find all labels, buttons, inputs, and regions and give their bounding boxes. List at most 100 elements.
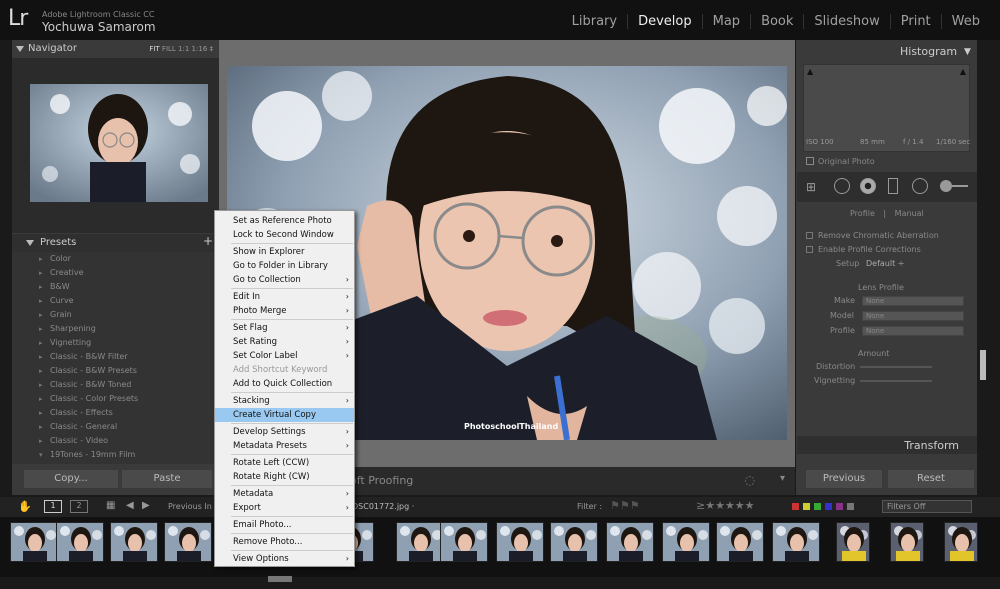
make-select[interactable]: None <box>862 296 964 306</box>
zoom-fill[interactable]: FILL <box>162 45 176 53</box>
menu-item-set-rating[interactable]: Set Rating › <box>215 335 354 349</box>
chevron-down-icon[interactable]: ▾ <box>780 473 785 484</box>
remove-ca-checkbox[interactable] <box>806 232 813 239</box>
filmstrip-thumbnail[interactable] <box>10 522 58 562</box>
menu-item-rotate-right-cw[interactable]: Rotate Right (CW) <box>215 470 354 484</box>
presets-header[interactable]: Presets + <box>12 234 219 252</box>
collapse-icon[interactable]: ▼ <box>964 47 971 57</box>
rating-filter-icon[interactable]: ≥★★★★★ <box>696 499 755 512</box>
graduated-filter-icon[interactable] <box>888 178 898 194</box>
filmstrip-thumbnail[interactable] <box>56 522 104 562</box>
preset-folder[interactable]: Sharpening <box>12 322 219 336</box>
window-1-button[interactable]: 1 <box>44 500 62 513</box>
filmstrip-scrollbar[interactable] <box>268 576 292 582</box>
purple-label-icon[interactable] <box>836 503 843 510</box>
red-eye-icon[interactable] <box>860 178 876 194</box>
preset-folder[interactable]: B&W <box>12 280 219 294</box>
filmstrip-thumbnail[interactable] <box>550 522 598 562</box>
menu-item-rotate-left-ccw[interactable]: Rotate Left (CCW) <box>215 456 354 470</box>
filmstrip-thumbnail[interactable] <box>440 522 488 562</box>
menu-item-metadata-presets[interactable]: Metadata Presets › <box>215 439 354 453</box>
preset-folder[interactable]: Color <box>12 252 219 266</box>
preset-folder[interactable]: Classic - B&W Filter <box>12 350 219 364</box>
zoom-1-1[interactable]: 1:1 <box>178 45 189 53</box>
menu-item-create-virtual-copy[interactable]: Create Virtual Copy <box>215 408 354 422</box>
paste-button[interactable]: Paste <box>122 470 212 488</box>
flag-filter-icon[interactable]: ⚑⚑⚑ <box>610 499 640 512</box>
back-arrow-icon[interactable]: ◀ <box>126 500 134 511</box>
filmstrip-thumbnail[interactable] <box>772 522 820 562</box>
module-slideshow[interactable]: Slideshow <box>803 14 889 29</box>
previous-button[interactable]: Previous <box>806 470 882 488</box>
preset-folder[interactable]: Classic - Effects <box>12 406 219 420</box>
tab-profile[interactable]: Profile <box>850 209 875 218</box>
red-label-icon[interactable] <box>792 503 799 510</box>
other-label-icon[interactable] <box>847 503 854 510</box>
yellow-label-icon[interactable] <box>803 503 810 510</box>
reset-button[interactable]: Reset <box>888 470 974 488</box>
zoom-fit[interactable]: FIT <box>149 45 159 53</box>
window-2-button[interactable]: 2 <box>70 500 88 513</box>
menu-item-photo-merge[interactable]: Photo Merge › <box>215 304 354 318</box>
preset-folder[interactable]: 19Tones - 19mm Film <box>12 448 219 462</box>
preset-folder[interactable]: Vignetting <box>12 336 219 350</box>
green-label-icon[interactable] <box>814 503 821 510</box>
filters-select[interactable]: Filters Off <box>882 500 972 513</box>
menu-item-remove-photo[interactable]: Remove Photo... <box>215 535 354 549</box>
preset-folder[interactable]: Creative <box>12 266 219 280</box>
menu-item-email-photo[interactable]: Email Photo... <box>215 518 354 532</box>
module-book[interactable]: Book <box>750 14 803 29</box>
radial-filter-icon[interactable] <box>912 178 928 194</box>
histogram-title[interactable]: Histogram <box>900 45 957 58</box>
copy-button[interactable]: Copy... <box>24 470 118 488</box>
hand-icon[interactable]: ✋ <box>18 500 32 513</box>
navigator-preview[interactable] <box>30 84 208 202</box>
adjustment-brush-icon[interactable] <box>940 180 968 192</box>
menu-item-metadata[interactable]: Metadata › <box>215 487 354 501</box>
menu-item-edit-in[interactable]: Edit In › <box>215 290 354 304</box>
original-photo-checkbox[interactable] <box>806 157 814 165</box>
filmstrip-thumbnail[interactable] <box>662 522 710 562</box>
filmstrip-thumbnail[interactable] <box>890 522 924 562</box>
preset-folder[interactable]: Classic - B&W Presets <box>12 364 219 378</box>
menu-item-show-in-explorer[interactable]: Show in Explorer <box>215 245 354 259</box>
vignetting-slider[interactable] <box>860 380 932 382</box>
filmstrip-thumbnail[interactable] <box>496 522 544 562</box>
menu-item-go-to-collection[interactable]: Go to Collection › <box>215 273 354 287</box>
filmstrip-thumbnail[interactable] <box>396 522 444 562</box>
module-map[interactable]: Map <box>701 14 750 29</box>
preset-folder[interactable]: Classic - General <box>12 420 219 434</box>
preset-folder[interactable]: Classic - Color Presets <box>12 392 219 406</box>
preset-folder[interactable]: Classic - Video <box>12 434 219 448</box>
tab-manual[interactable]: Manual <box>895 209 924 218</box>
preset-folder[interactable]: Curve <box>12 294 219 308</box>
filmstrip-thumbnail[interactable] <box>716 522 764 562</box>
navigator-header[interactable]: Navigator FIT FILL 1:1 1:16 ‡ <box>12 40 219 58</box>
shadow-clip-icon[interactable]: ▲ <box>807 67 813 76</box>
menu-item-develop-settings[interactable]: Develop Settings › <box>215 425 354 439</box>
menu-item-stacking[interactable]: Stacking › <box>215 394 354 408</box>
module-web[interactable]: Web <box>940 14 990 29</box>
module-library[interactable]: Library <box>562 14 627 29</box>
distortion-slider[interactable] <box>860 366 932 368</box>
module-print[interactable]: Print <box>889 14 941 29</box>
filmstrip-thumbnail[interactable] <box>944 522 978 562</box>
preset-folder[interactable]: Classic - B&W Toned <box>12 378 219 392</box>
forward-arrow-icon[interactable]: ▶ <box>142 500 150 511</box>
filmstrip-thumbnail[interactable] <box>606 522 654 562</box>
profile-select[interactable]: None <box>862 326 964 336</box>
preset-folder[interactable]: Grain <box>12 308 219 322</box>
menu-item-set-flag[interactable]: Set Flag › <box>215 321 354 335</box>
highlight-clip-icon[interactable]: ▲ <box>960 67 966 76</box>
soft-proofing-label[interactable]: oft Proofing <box>350 474 413 487</box>
menu-item-add-to-quick-collection[interactable]: Add to Quick Collection <box>215 377 354 391</box>
menu-item-view-options[interactable]: View Options › <box>215 552 354 566</box>
zoom-1-16[interactable]: 1:16 ‡ <box>192 45 213 53</box>
model-select[interactable]: None <box>862 311 964 321</box>
menu-item-go-to-folder-in-library[interactable]: Go to Folder in Library <box>215 259 354 273</box>
menu-item-lock-to-second-window[interactable]: Lock to Second Window <box>215 228 354 242</box>
setup-select[interactable]: Default ÷ <box>866 259 904 268</box>
blue-label-icon[interactable] <box>825 503 832 510</box>
module-develop[interactable]: Develop <box>627 14 702 29</box>
add-preset-icon[interactable]: + <box>203 234 213 248</box>
